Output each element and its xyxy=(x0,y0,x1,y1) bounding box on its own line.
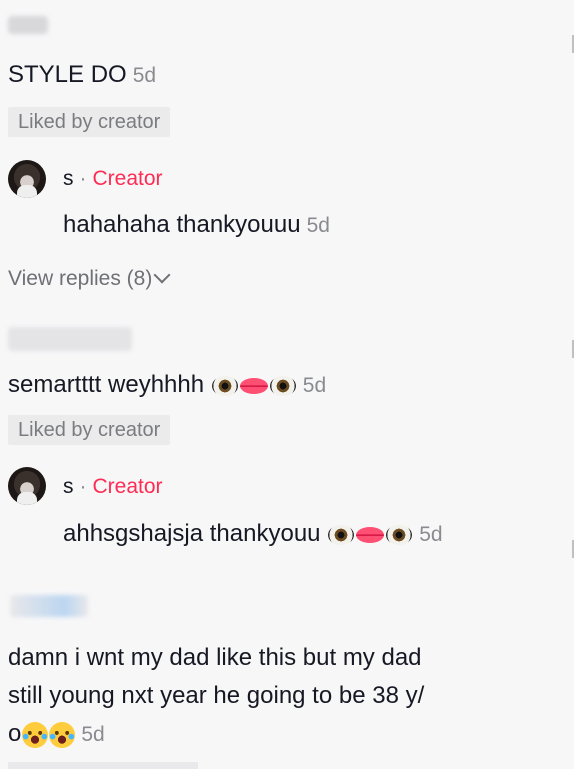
eyes-emoji xyxy=(211,375,238,396)
eyes-emoji xyxy=(269,375,296,396)
liked-by-creator-badge-2: Liked by creator xyxy=(8,415,171,445)
liked-by-creator-badge-partial xyxy=(8,762,198,769)
separator-dot: · xyxy=(79,475,87,498)
laughing-crying-emoji xyxy=(22,721,49,748)
comment-2-time: 5d xyxy=(302,374,327,397)
eyes-emoji xyxy=(386,524,413,545)
reply-2-header: s · Creator xyxy=(63,475,163,499)
laughing-crying-emoji xyxy=(49,721,76,748)
comment-1[interactable]: STYLE DO 5d xyxy=(8,61,156,89)
separator-dot: · xyxy=(79,167,87,190)
comment-2[interactable]: semartttt weyhhhh 5d xyxy=(8,371,326,399)
blurred-username xyxy=(8,16,48,34)
comment-3-time: 5d xyxy=(81,723,105,746)
comment-1-text: STYLE DO xyxy=(8,61,127,88)
lips-emoji xyxy=(356,526,385,543)
reply-2-text: ahhsgshajsja thankyouu xyxy=(63,520,321,547)
reply-1-username[interactable]: s xyxy=(63,167,74,190)
comment-3-line-3: o 5d xyxy=(8,715,424,754)
blurred-username xyxy=(8,327,132,351)
comment-1-time: 5d xyxy=(132,64,157,87)
creator-label: Creator xyxy=(92,475,163,498)
avatar-figure xyxy=(17,492,37,505)
lips-emoji xyxy=(239,377,268,394)
reply-1-text: hahahaha thankyouuu xyxy=(63,211,301,238)
avatar-figure xyxy=(17,185,37,198)
comment-3-line-3-text: o xyxy=(8,720,22,747)
comment-3-line-1: damn i wnt my dad like this but my dad xyxy=(8,644,422,671)
reply-2-time: 5d xyxy=(419,523,443,546)
comment-3[interactable]: damn i wnt my dad like this but my dad s… xyxy=(8,639,424,754)
eyes-emoji xyxy=(328,524,355,545)
reply-1-time: 5d xyxy=(306,214,330,237)
creator-avatar-2[interactable] xyxy=(8,467,46,505)
liked-by-creator-badge-1: Liked by creator xyxy=(8,107,171,137)
reply-2[interactable]: ahhsgshajsja thankyouu 5d xyxy=(63,520,443,548)
view-replies-label: View replies (8) xyxy=(8,267,153,290)
view-replies-button[interactable]: View replies (8) xyxy=(8,266,171,291)
creator-avatar-1[interactable] xyxy=(8,160,46,198)
chevron-down-icon xyxy=(153,266,171,284)
comment-3-line-2: still young nxt year he going to be 38 y… xyxy=(8,682,425,709)
comment-2-text: semartttt weyhhhh xyxy=(8,371,205,398)
reply-2-username[interactable]: s xyxy=(63,475,74,498)
blurred-username xyxy=(10,595,88,617)
reply-1[interactable]: hahahaha thankyouuu 5d xyxy=(63,211,330,239)
reply-1-header: s · Creator xyxy=(63,167,163,191)
creator-label: Creator xyxy=(92,167,163,190)
